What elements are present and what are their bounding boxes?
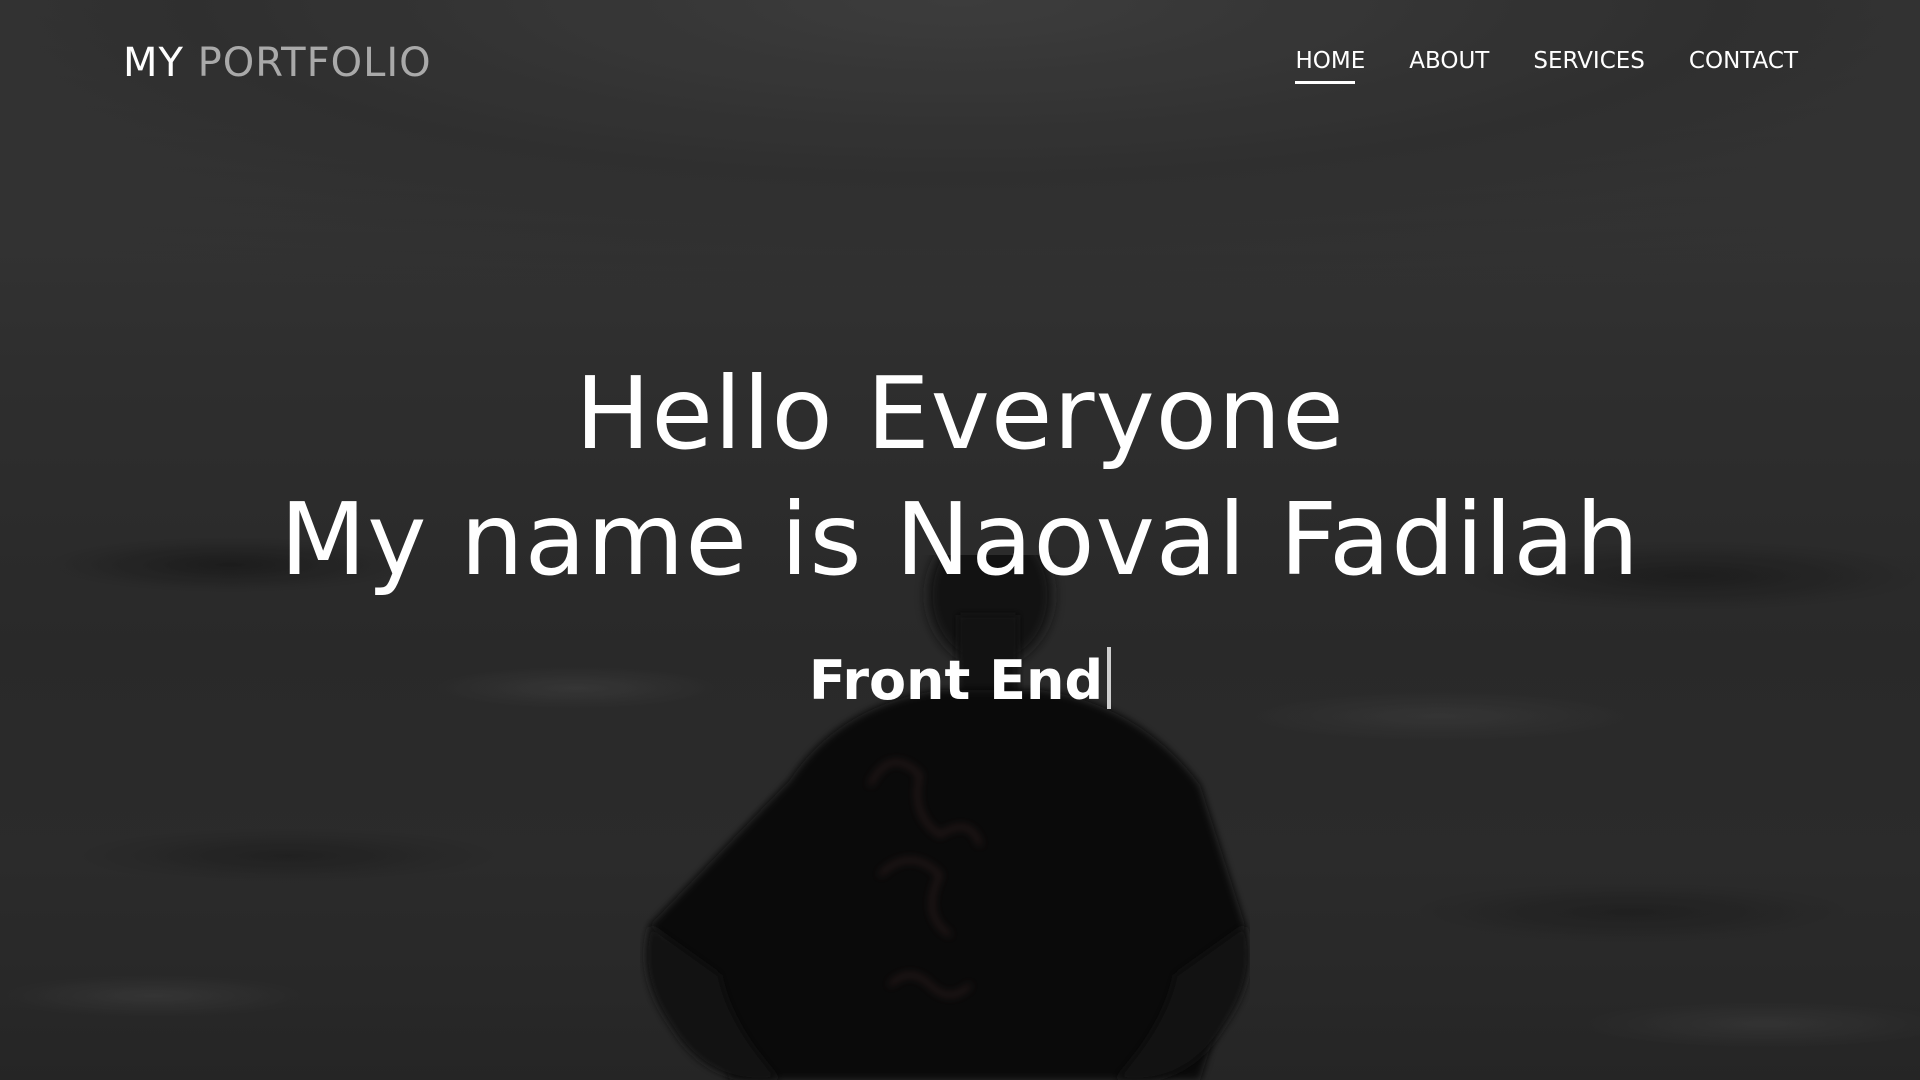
nav-link-home[interactable]: HOME [1295,48,1365,84]
brand-portfolio-text: PORTFOLIO [197,40,432,86]
hero-role-text: Front End [808,649,1104,712]
nav-link-services[interactable]: SERVICES [1533,48,1645,84]
nav-link-contact[interactable]: CONTACT [1689,48,1798,84]
nav-item-contact: CONTACT [1689,48,1798,84]
hero-greeting: Hello Everyone [575,355,1345,472]
hero-intro: My name is Naoval Fadilah [280,481,1640,598]
hero-heading-block: Hello Everyone My name is Naoval Fadilah… [0,352,1920,716]
nav-item-about: ABOUT [1409,48,1489,84]
main-nav: HOME ABOUT SERVICES CONTACT [1295,48,1798,84]
nav-item-home: HOME [1295,48,1365,84]
nav-link-about[interactable]: ABOUT [1409,48,1489,84]
hero-role-typing: Front End [0,646,1920,716]
brand-logo[interactable]: MY PORTFOLIO [123,40,432,86]
top-navbar: MY PORTFOLIO HOME ABOUT SERVICES CONTACT [0,0,1920,130]
hero-section: MY PORTFOLIO HOME ABOUT SERVICES CONTACT… [0,0,1920,1080]
brand-my-text: MY [123,40,184,86]
nav-item-services: SERVICES [1533,48,1645,84]
typing-cursor [1107,647,1112,709]
